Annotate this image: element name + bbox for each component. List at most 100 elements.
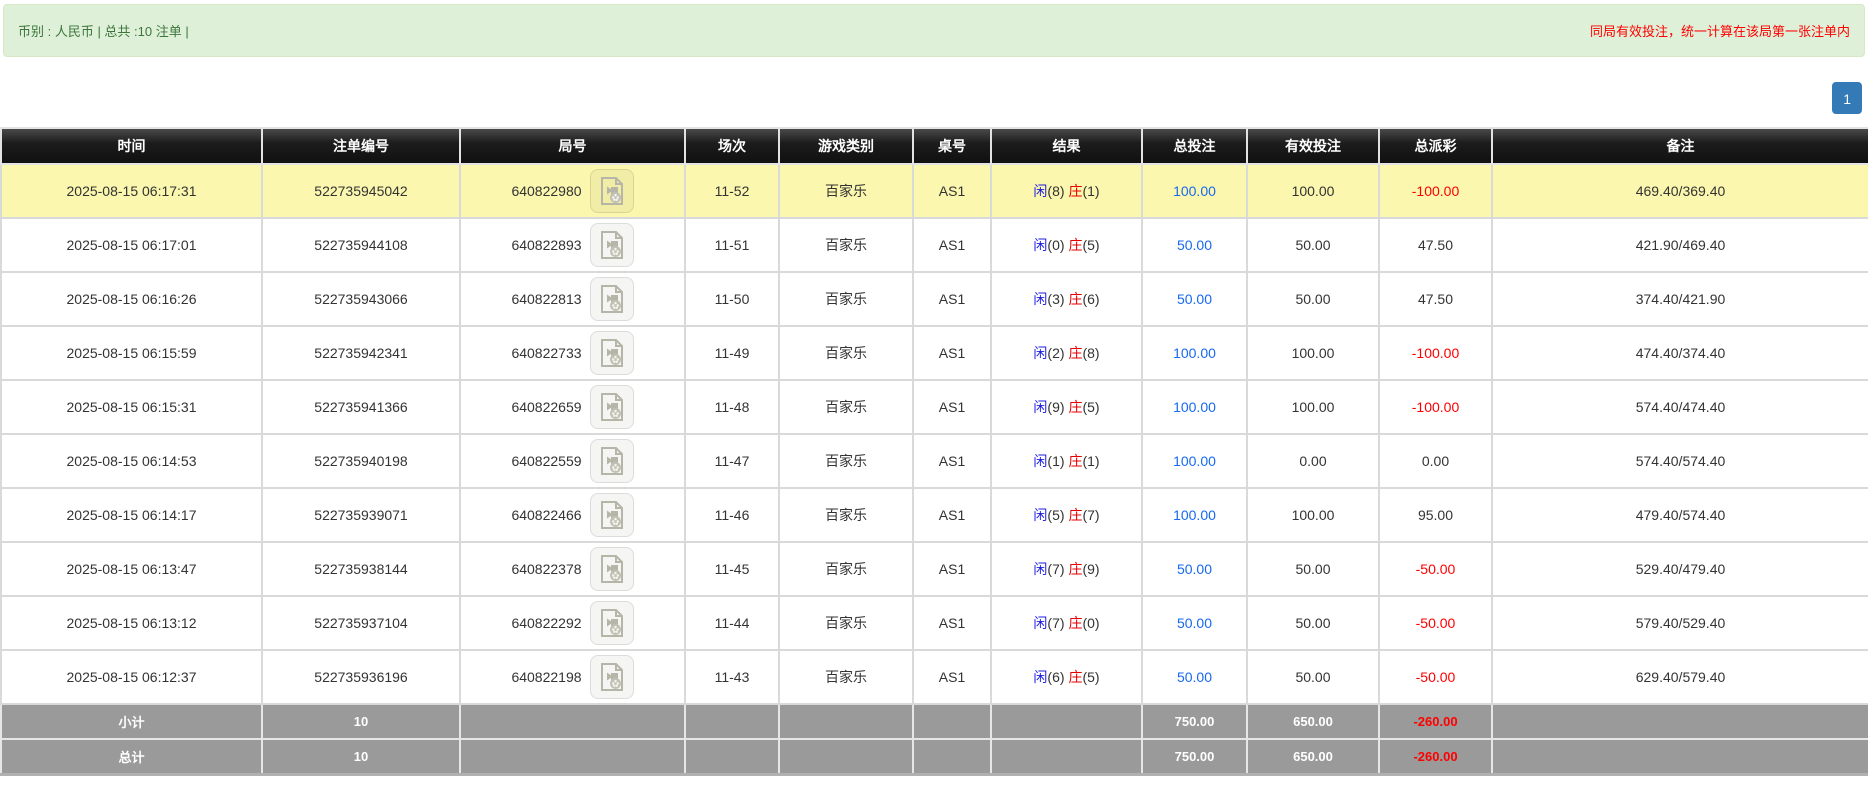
cell-valid-bet: 50.00 — [1246, 595, 1380, 651]
total-bet-link[interactable]: 100.00 — [1173, 507, 1216, 523]
result-player-score: (5) — [1047, 507, 1065, 523]
result-player-label: 闲 — [1033, 399, 1048, 415]
result-banker-score: (6) — [1082, 291, 1100, 307]
video-icon — [600, 663, 623, 691]
total-bet-link[interactable]: 100.00 — [1173, 345, 1216, 361]
cell-payout: -100.00 — [1378, 325, 1493, 381]
cell-bet-id: 522735941366 — [261, 379, 461, 435]
cell-remark: 579.40/529.40 — [1491, 595, 1868, 651]
cell-result: 闲(2) 庄(8) — [990, 325, 1143, 381]
total-bet-link[interactable]: 50.00 — [1177, 615, 1212, 631]
cell-table-no: AS1 — [912, 649, 992, 705]
video-icon — [600, 447, 623, 475]
total-bet-link[interactable]: 100.00 — [1173, 183, 1216, 199]
summary-empty-cell — [459, 738, 686, 776]
column-header-total-bet: 总投注 — [1141, 127, 1248, 165]
summary-empty-cell — [459, 703, 686, 740]
cell-bet-id: 522735939071 — [261, 487, 461, 543]
total-bet-link[interactable]: 50.00 — [1177, 237, 1212, 253]
cell-remark: 474.40/374.40 — [1491, 325, 1868, 381]
result-player-label: 闲 — [1033, 561, 1048, 577]
cell-session: 11-46 — [684, 487, 780, 543]
table-row: 2025-08-15 06:17:31 522735945042 6408229… — [0, 163, 1868, 219]
cell-result: 闲(8) 庄(1) — [990, 163, 1143, 219]
cell-game-type: 百家乐 — [778, 325, 914, 381]
round-no-text: 640822466 — [511, 507, 582, 523]
video-replay-button[interactable] — [589, 169, 634, 213]
result-player-score: (8) — [1047, 183, 1065, 199]
cell-game-type: 百家乐 — [778, 163, 914, 219]
cell-result: 闲(9) 庄(5) — [990, 379, 1143, 435]
result-banker-score: (9) — [1082, 561, 1100, 577]
cell-round-no: 640822733 — [459, 325, 686, 381]
result-banker-label: 庄 — [1068, 507, 1083, 523]
total-bet-link[interactable]: 100.00 — [1173, 399, 1216, 415]
cell-total-bet: 50.00 — [1141, 595, 1248, 651]
summary-empty-cell — [990, 703, 1143, 740]
summary-count: 10 — [261, 738, 461, 776]
cell-round-no: 640822659 — [459, 379, 686, 435]
cell-total-bet: 50.00 — [1141, 541, 1248, 597]
round-no-text: 640822893 — [511, 237, 582, 253]
cell-round-no: 640822980 — [459, 163, 686, 219]
table-row: 2025-08-15 06:16:26 522735943066 6408228… — [0, 271, 1868, 327]
result-banker-score: (1) — [1082, 453, 1100, 469]
cell-result: 闲(0) 庄(5) — [990, 217, 1143, 273]
video-replay-button[interactable] — [589, 547, 634, 591]
total-bet-link[interactable]: 50.00 — [1177, 561, 1212, 577]
video-replay-button[interactable] — [589, 439, 634, 483]
cell-bet-id: 522735938144 — [261, 541, 461, 597]
cell-payout: 0.00 — [1378, 433, 1493, 489]
total-bet-link[interactable]: 100.00 — [1173, 453, 1216, 469]
cell-result: 闲(3) 庄(6) — [990, 271, 1143, 327]
cell-result: 闲(6) 庄(5) — [990, 649, 1143, 705]
video-replay-button[interactable] — [589, 493, 634, 537]
summary-payout: -260.00 — [1378, 703, 1493, 740]
cell-valid-bet: 100.00 — [1246, 163, 1380, 219]
result-player-score: (0) — [1047, 237, 1065, 253]
bet-records-table: 时间 注单编号 局号 场次 游戏类别 桌号 结果 总投注 有效投注 总派彩 备注 2025-08-1… — [0, 127, 1868, 776]
round-no-text: 640822659 — [511, 399, 582, 415]
page-1-button[interactable]: 1 — [1832, 82, 1862, 114]
column-header-remark: 备注 — [1491, 127, 1868, 165]
cell-session: 11-48 — [684, 379, 780, 435]
result-player-label: 闲 — [1033, 507, 1048, 523]
result-banker-score: (5) — [1082, 237, 1100, 253]
summary-total-bet: 750.00 — [1141, 738, 1248, 776]
result-player-label: 闲 — [1033, 291, 1048, 307]
result-player-label: 闲 — [1033, 237, 1048, 253]
video-replay-button[interactable] — [589, 223, 634, 267]
cell-payout: 95.00 — [1378, 487, 1493, 543]
summary-empty-cell — [912, 738, 992, 776]
video-replay-button[interactable] — [589, 277, 634, 321]
column-header-result: 结果 — [990, 127, 1143, 165]
video-icon — [600, 393, 623, 421]
result-banker-label: 庄 — [1068, 291, 1083, 307]
cell-time: 2025-08-15 06:12:37 — [0, 649, 263, 705]
cell-total-bet: 100.00 — [1141, 433, 1248, 489]
cell-round-no: 640822559 — [459, 433, 686, 489]
cell-table-no: AS1 — [912, 163, 992, 219]
video-replay-button[interactable] — [589, 385, 634, 429]
summary-empty-cell — [684, 703, 780, 740]
cell-valid-bet: 100.00 — [1246, 487, 1380, 543]
video-replay-button[interactable] — [589, 655, 634, 699]
video-icon — [600, 555, 623, 583]
cell-time: 2025-08-15 06:15:31 — [0, 379, 263, 435]
cell-game-type: 百家乐 — [778, 217, 914, 273]
cell-time: 2025-08-15 06:13:47 — [0, 541, 263, 597]
cell-valid-bet: 50.00 — [1246, 649, 1380, 705]
table-row: 2025-08-15 06:12:37 522735936196 6408221… — [0, 649, 1868, 705]
video-replay-button[interactable] — [589, 601, 634, 645]
result-player-score: (7) — [1047, 615, 1065, 631]
cell-session: 11-52 — [684, 163, 780, 219]
cell-round-no: 640822466 — [459, 487, 686, 543]
cell-session: 11-47 — [684, 433, 780, 489]
cell-session: 11-44 — [684, 595, 780, 651]
video-replay-button[interactable] — [589, 331, 634, 375]
cell-bet-id: 522735944108 — [261, 217, 461, 273]
total-bet-link[interactable]: 50.00 — [1177, 669, 1212, 685]
total-bet-link[interactable]: 50.00 — [1177, 291, 1212, 307]
valid-bet-notice-text: 同局有效投注，统一计算在该局第一张注单内 — [1589, 24, 1850, 39]
cell-valid-bet: 50.00 — [1246, 217, 1380, 273]
